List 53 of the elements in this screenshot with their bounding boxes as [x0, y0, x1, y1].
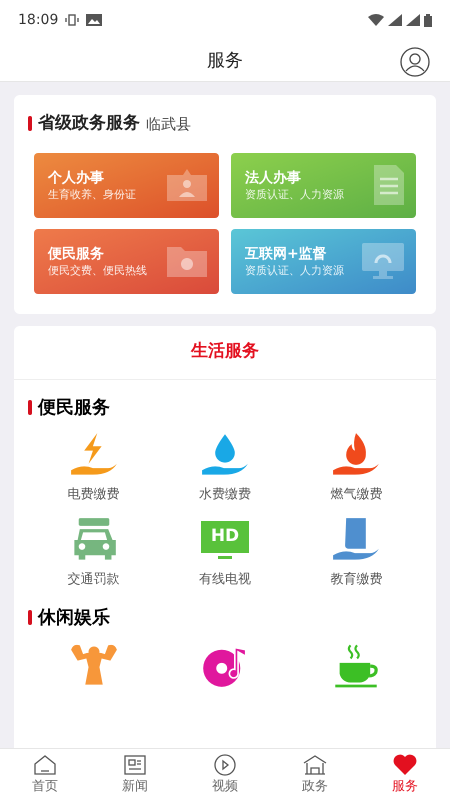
- image-icon: [86, 14, 102, 26]
- tab[interactable]: 服务: [360, 749, 450, 800]
- service-item[interactable]: 交通罚款: [28, 516, 160, 590]
- user-icon[interactable]: [400, 47, 430, 77]
- tile-description: 生育收养、身份证: [48, 188, 137, 202]
- service-label: 电费缴费: [68, 486, 120, 504]
- building-icon: [302, 752, 328, 777]
- tile-title: 法人办事: [245, 168, 302, 188]
- section-title: 省级政务服务: [38, 112, 140, 135]
- play-icon: [212, 752, 238, 777]
- vibrate-icon: [64, 14, 80, 26]
- accent-bar: [28, 116, 32, 132]
- tab[interactable]: 政务: [270, 749, 360, 800]
- accent-bar: [28, 610, 32, 624]
- tile-title: 便民服务: [48, 244, 105, 264]
- tab[interactable]: 新闻: [90, 749, 180, 800]
- section-title: 休闲娱乐: [38, 606, 110, 630]
- tab[interactable]: 视频: [180, 749, 270, 800]
- home-icon: [32, 752, 58, 777]
- tile-description: 便民交费、便民热线: [48, 264, 148, 278]
- monitor-icon: [360, 241, 406, 281]
- service-tile[interactable]: 个人办事 生育收养、身份证: [34, 152, 219, 218]
- service-label: 燃气缴费: [330, 486, 382, 504]
- service-item[interactable]: 水费缴费: [159, 430, 291, 504]
- service-label: 交通罚款: [68, 571, 120, 589]
- service-item[interactable]: 电费缴费: [28, 430, 160, 504]
- battery-icon: [424, 14, 432, 26]
- service-item[interactable]: 教育缴费: [290, 516, 422, 590]
- section-title: 便民服务: [38, 396, 110, 420]
- document-icon: [372, 163, 406, 207]
- service-label: 水费缴费: [198, 486, 251, 504]
- tile-title: 互联网+监督: [245, 244, 328, 264]
- tile-title: 个人办事: [48, 168, 105, 188]
- region-label: 临武县: [146, 114, 191, 134]
- tab[interactable]: 首页: [0, 749, 90, 800]
- news-icon: [122, 752, 148, 777]
- hd-label: HD: [200, 521, 249, 553]
- page-title: 服务: [207, 49, 243, 73]
- service-label: 有线电视: [198, 571, 251, 589]
- tile-description: 资质认证、人力资源: [245, 188, 345, 202]
- signal-icon: [406, 14, 420, 26]
- heart-icon: [392, 752, 418, 777]
- person-card-icon: [165, 167, 209, 203]
- service-item[interactable]: HD 有线电视: [159, 516, 291, 590]
- signal-icon: [388, 14, 402, 26]
- card-heading: 生活服务: [191, 340, 259, 364]
- service-tile[interactable]: 便民服务 便民交费、便民热线: [34, 228, 219, 294]
- wifi-icon: [368, 14, 384, 26]
- service-item[interactable]: 燃气缴费: [290, 430, 422, 504]
- tile-description: 资质认证、人力资源: [245, 264, 345, 278]
- accent-bar: [28, 400, 32, 414]
- service-label: 教育缴费: [330, 570, 382, 589]
- status-time: 18:09: [18, 10, 58, 30]
